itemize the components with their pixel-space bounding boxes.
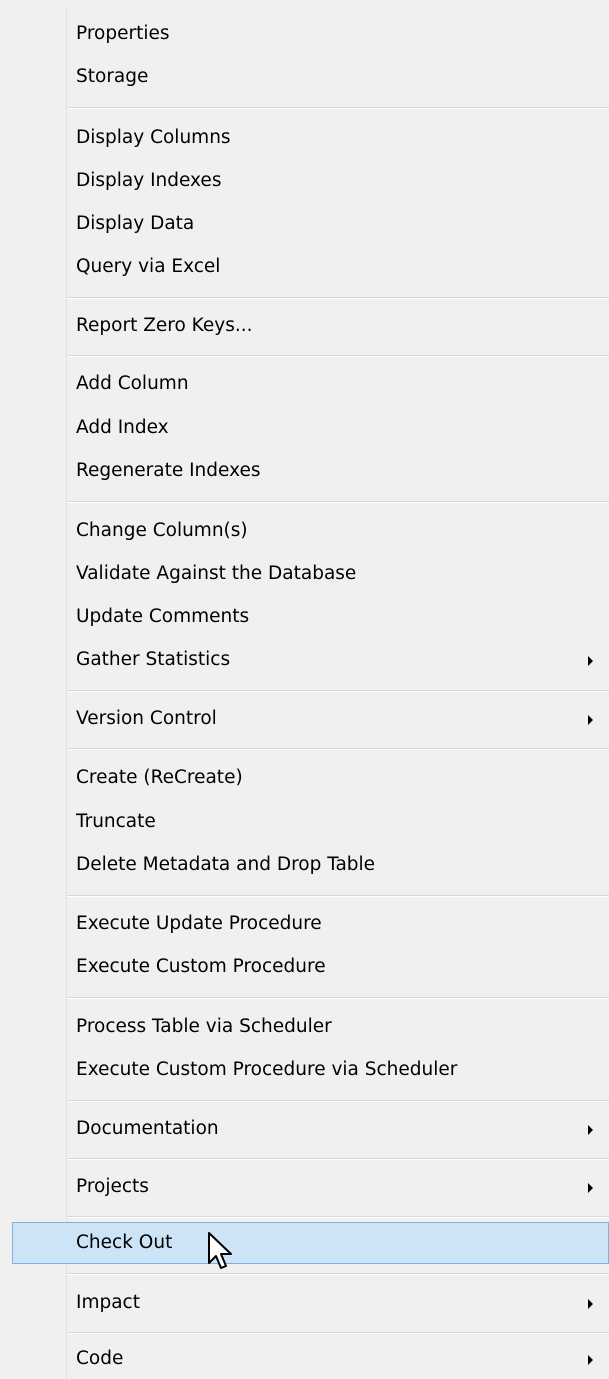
menu-separator	[67, 501, 609, 503]
menu-item-truncate[interactable]: Truncate	[0, 802, 609, 842]
menu-item-label: Execute Custom Procedure via Scheduler	[76, 1059, 458, 1080]
chevron-right-icon	[588, 1183, 593, 1193]
menu-separator	[67, 1158, 609, 1160]
menu-item-label: Add Column	[76, 373, 189, 394]
menu-item-projects[interactable]: Projects	[0, 1167, 609, 1207]
menu-item-label: Projects	[76, 1176, 149, 1197]
menu-item-label: Display Data	[76, 213, 195, 234]
menu-item-label: Truncate	[76, 811, 156, 832]
menu-item-display-indexes[interactable]: Display Indexes	[0, 161, 609, 201]
menu-item-label: Add Index	[76, 417, 169, 438]
menu-item-regenerate-indexes[interactable]: Regenerate Indexes	[0, 451, 609, 491]
menu-item-label: Change Column(s)	[76, 520, 248, 541]
menu-item-check-out[interactable]: Check Out	[12, 1222, 609, 1264]
menu-item-gather-statistics[interactable]: Gather Statistics	[0, 640, 609, 680]
menu-separator	[67, 1216, 609, 1218]
chevron-right-icon	[588, 1355, 593, 1365]
menu-item-label: Check Out	[76, 1232, 173, 1253]
menu-item-label: Execute Custom Procedure	[76, 956, 326, 977]
menu-item-create-recreate[interactable]: Create (ReCreate)	[0, 758, 609, 798]
mouse-pointer-icon	[208, 1232, 232, 1269]
context-menu: Properties Storage Display Columns Displ…	[0, 0, 609, 1379]
menu-item-execute-update-procedure[interactable]: Execute Update Procedure	[0, 904, 609, 944]
menu-item-label: Execute Update Procedure	[76, 913, 322, 934]
menu-separator	[67, 1332, 609, 1334]
menu-item-process-table-via-scheduler[interactable]: Process Table via Scheduler	[0, 1007, 609, 1047]
menu-item-documentation[interactable]: Documentation	[0, 1109, 609, 1149]
menu-item-label: Create (ReCreate)	[76, 767, 243, 788]
menu-item-label: Delete Metadata and Drop Table	[76, 854, 376, 875]
menu-item-storage[interactable]: Storage	[0, 57, 609, 97]
menu-item-label: Gather Statistics	[76, 649, 231, 670]
menu-item-label: Code	[76, 1348, 124, 1369]
menu-item-add-index[interactable]: Add Index	[0, 408, 609, 448]
menu-item-label: Query via Excel	[76, 256, 221, 277]
chevron-right-icon	[588, 1125, 593, 1135]
menu-item-execute-custom-procedure-via-scheduler[interactable]: Execute Custom Procedure via Scheduler	[0, 1050, 609, 1090]
menu-item-label: Documentation	[76, 1118, 219, 1139]
menu-separator	[67, 297, 609, 299]
menu-item-label: Impact	[76, 1292, 140, 1313]
menu-separator	[67, 690, 609, 692]
menu-item-execute-custom-procedure[interactable]: Execute Custom Procedure	[0, 947, 609, 987]
menu-item-label: Storage	[76, 66, 149, 87]
menu-item-label: Version Control	[76, 708, 217, 729]
menu-separator	[67, 1100, 609, 1102]
menu-item-display-columns[interactable]: Display Columns	[0, 118, 609, 158]
menu-item-label: Report Zero Keys...	[76, 315, 253, 336]
menu-separator	[67, 895, 609, 897]
menu-item-code[interactable]: Code	[0, 1339, 609, 1379]
menu-item-label: Update Comments	[76, 606, 250, 627]
menu-item-impact[interactable]: Impact	[0, 1283, 609, 1323]
menu-separator	[67, 107, 609, 109]
menu-item-delete-metadata-drop-table[interactable]: Delete Metadata and Drop Table	[0, 845, 609, 885]
menu-item-properties[interactable]: Properties	[0, 14, 609, 54]
menu-item-label: Display Indexes	[76, 170, 222, 191]
menu-item-label: Properties	[76, 23, 170, 44]
menu-item-label: Process Table via Scheduler	[76, 1016, 332, 1037]
menu-separator	[67, 1273, 609, 1275]
menu-item-label: Regenerate Indexes	[76, 460, 261, 481]
chevron-right-icon	[588, 715, 593, 725]
chevron-right-icon	[588, 1299, 593, 1309]
menu-item-version-control[interactable]: Version Control	[0, 699, 609, 739]
menu-item-report-zero-keys[interactable]: Report Zero Keys...	[0, 306, 609, 346]
menu-item-label: Validate Against the Database	[76, 563, 357, 584]
menu-separator	[67, 997, 609, 999]
chevron-right-icon	[588, 656, 593, 666]
menu-item-label: Display Columns	[76, 127, 231, 148]
menu-item-add-column[interactable]: Add Column	[0, 364, 609, 404]
menu-item-change-columns[interactable]: Change Column(s)	[0, 511, 609, 551]
menu-separator	[67, 748, 609, 750]
menu-item-display-data[interactable]: Display Data	[0, 204, 609, 244]
menu-item-query-via-excel[interactable]: Query via Excel	[0, 247, 609, 287]
menu-separator	[67, 355, 609, 357]
menu-item-update-comments[interactable]: Update Comments	[0, 597, 609, 637]
menu-item-validate-against-database[interactable]: Validate Against the Database	[0, 554, 609, 594]
